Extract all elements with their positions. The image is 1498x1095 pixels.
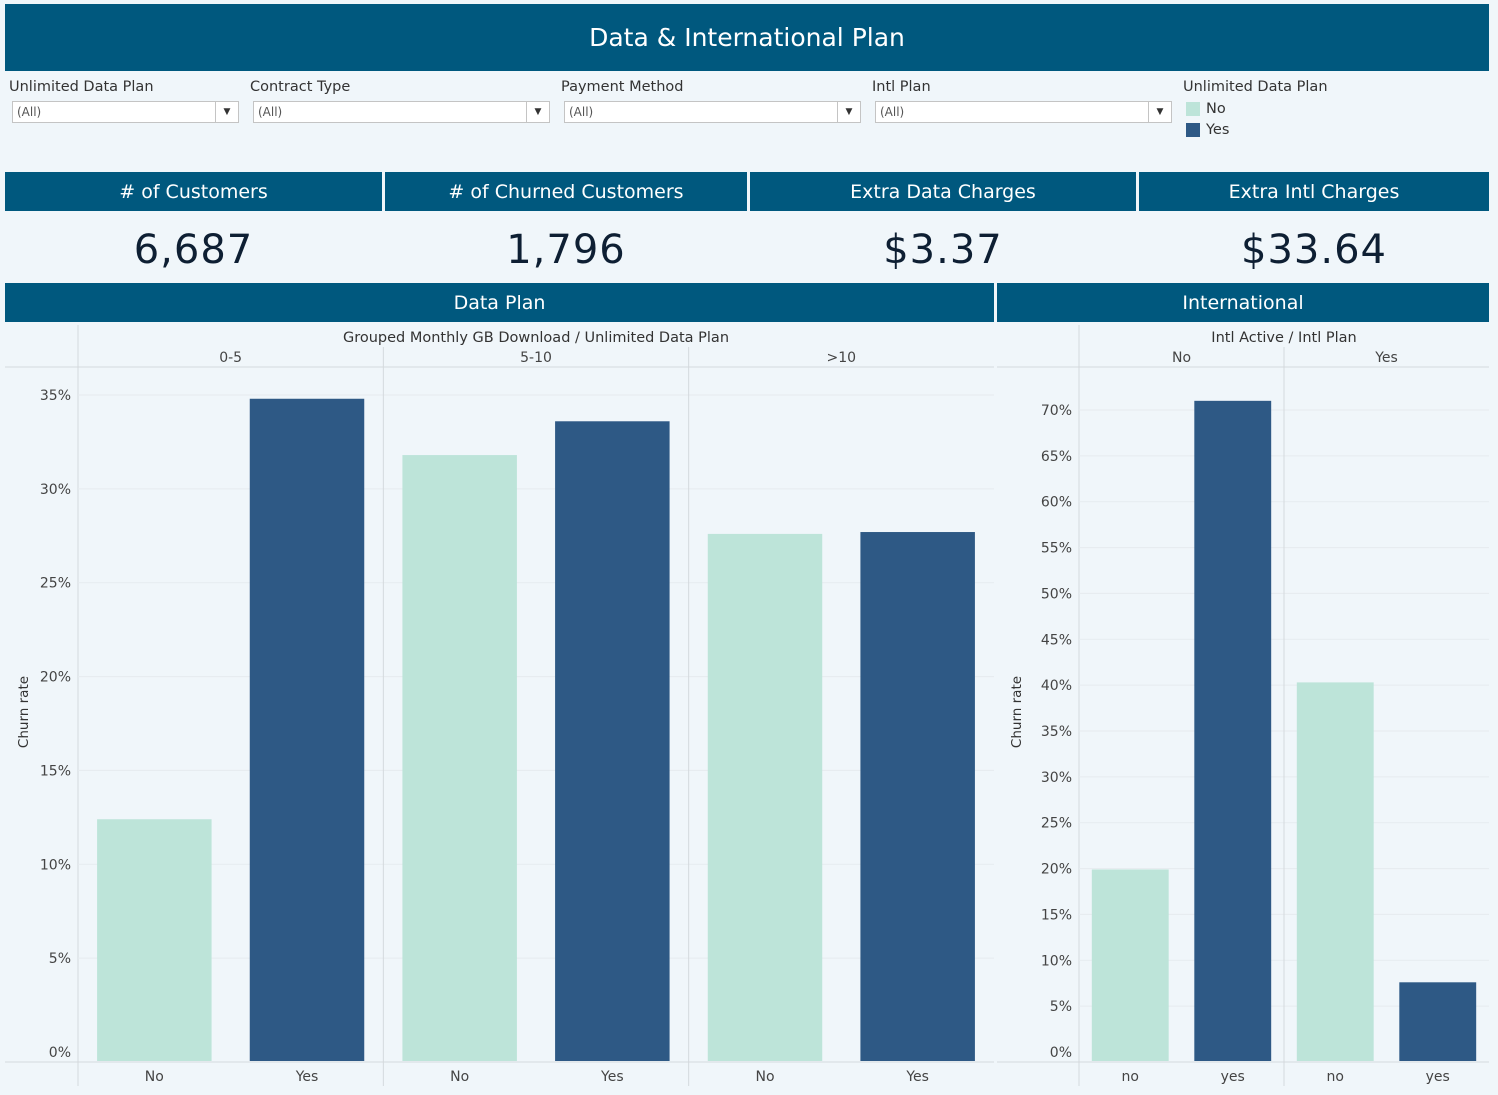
- bar: [402, 455, 517, 1061]
- bar: [97, 819, 212, 1061]
- y-tick-label: 10%: [1041, 953, 1072, 969]
- y-tick-label: 5%: [49, 951, 71, 967]
- chart-header-title: Intl Active / Intl Plan: [1211, 330, 1356, 346]
- y-tick-label: 15%: [40, 763, 71, 779]
- x-tick-label: yes: [1426, 1069, 1450, 1085]
- group-label: 0-5: [219, 350, 242, 366]
- y-tick-label: 0%: [1050, 1045, 1072, 1061]
- y-tick-label: 10%: [40, 857, 71, 873]
- y-tick-label: 35%: [1041, 724, 1072, 740]
- y-tick-label: 25%: [40, 576, 71, 592]
- bar: [1091, 869, 1169, 1061]
- group-label: 5-10: [520, 350, 552, 366]
- y-tick-label: 30%: [40, 482, 71, 498]
- y-tick-label: 50%: [1041, 586, 1072, 602]
- y-tick-label: 0%: [49, 1045, 71, 1061]
- y-tick-label: 70%: [1041, 403, 1072, 419]
- chart-header-title: Grouped Monthly GB Download / Unlimited …: [343, 330, 729, 346]
- data-plan-bar-chart: Grouped Monthly GB Download / Unlimited …: [5, 325, 1489, 1086]
- y-tick-label: 40%: [1041, 678, 1072, 694]
- bar: [860, 532, 975, 1061]
- x-tick-label: no: [1122, 1069, 1139, 1085]
- y-tick-label: 25%: [1041, 816, 1072, 832]
- y-tick-label: 30%: [1041, 770, 1072, 786]
- group-label: No: [1172, 350, 1191, 366]
- y-tick-label: 15%: [1041, 907, 1072, 923]
- x-tick-label: Yes: [295, 1069, 319, 1085]
- bar: [1194, 400, 1272, 1061]
- x-tick-label: No: [755, 1069, 774, 1085]
- bar: [1296, 682, 1374, 1061]
- y-tick-label: 45%: [1041, 632, 1072, 648]
- y-axis-label: Churn rate: [16, 676, 32, 748]
- y-tick-label: 65%: [1041, 449, 1072, 465]
- bar: [249, 398, 365, 1061]
- bar: [707, 533, 823, 1061]
- y-tick-label: 35%: [40, 388, 71, 404]
- bar: [1399, 982, 1477, 1061]
- y-tick-label: 55%: [1041, 541, 1072, 557]
- x-tick-label: yes: [1221, 1069, 1245, 1085]
- y-axis-label: Churn rate: [1009, 676, 1025, 748]
- y-tick-label: 20%: [1041, 862, 1072, 878]
- x-tick-label: Yes: [905, 1069, 929, 1085]
- x-tick-label: no: [1327, 1069, 1344, 1085]
- x-tick-label: No: [450, 1069, 469, 1085]
- y-tick-label: 60%: [1041, 495, 1072, 511]
- y-tick-label: 5%: [1050, 999, 1072, 1015]
- x-tick-label: Yes: [600, 1069, 624, 1085]
- group-label: Yes: [1374, 350, 1398, 366]
- x-tick-label: No: [145, 1069, 164, 1085]
- bar: [555, 421, 670, 1061]
- group-label: >10: [827, 350, 857, 366]
- y-tick-label: 20%: [40, 670, 71, 686]
